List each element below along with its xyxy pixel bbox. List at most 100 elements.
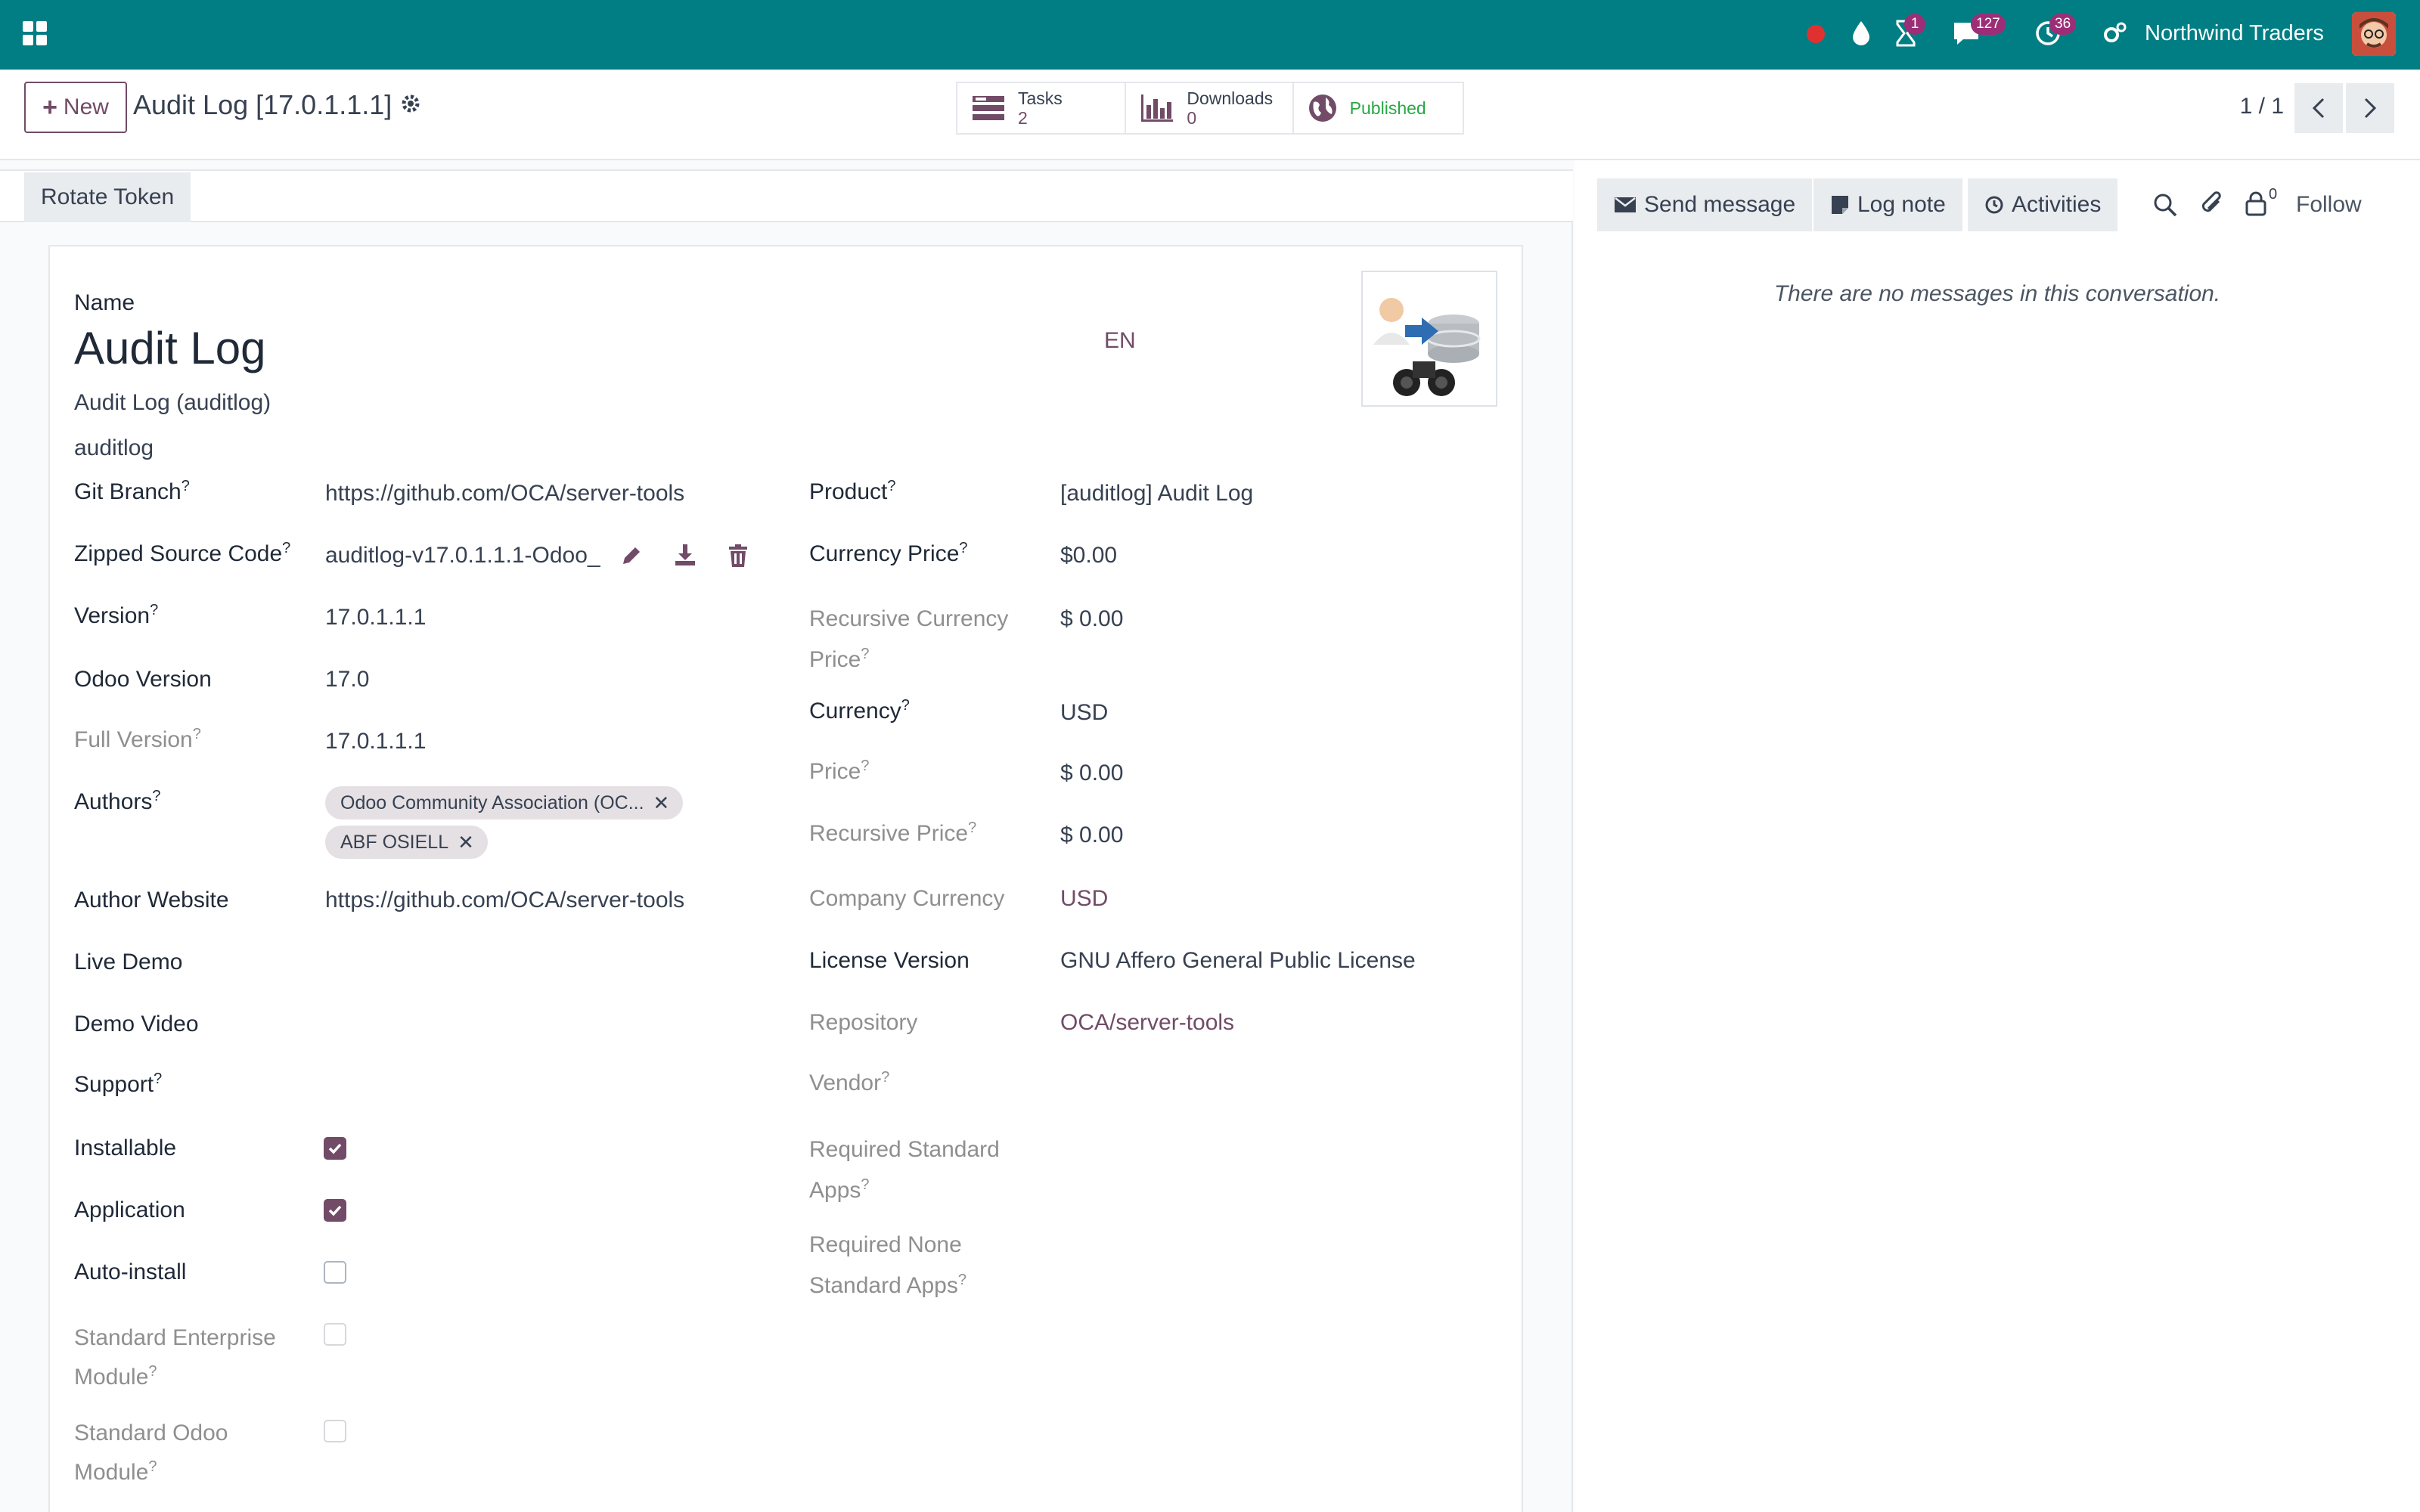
currency-price-label: Currency Price? <box>809 540 968 566</box>
trash-icon[interactable] <box>728 544 749 571</box>
full-version-label: Full Version? <box>74 726 201 752</box>
required-none-standard-apps-label: Required None Standard Apps? <box>809 1232 966 1298</box>
follow-button[interactable]: Follow <box>2296 192 2362 218</box>
send-message-button[interactable]: Send message <box>1597 178 1813 231</box>
download-icon[interactable] <box>673 543 697 571</box>
form-view: Rotate Token Name Audit Log EN Audit Log… <box>0 169 1573 1512</box>
slug-field[interactable]: auditlog <box>74 435 154 461</box>
published-smart-button[interactable]: Published <box>1294 83 1463 133</box>
required-none-standard-apps-field <box>1060 1228 1484 1261</box>
live-demo-field[interactable] <box>325 945 749 978</box>
currency-price-field[interactable]: $0.00 <box>1060 543 1117 569</box>
author-website-field[interactable]: https://github.com/OCA/server-tools <box>325 888 684 913</box>
product-field[interactable]: [auditlog] Audit Log <box>1060 481 1253 507</box>
log-note-label: Log note <box>1857 192 1946 217</box>
recursive-currency-price-label: Recursive Currency Price? <box>809 606 1009 672</box>
pencil-icon[interactable] <box>620 544 643 571</box>
language-toggle[interactable]: EN <box>1104 328 1136 354</box>
company-currency-link[interactable]: USD <box>1060 886 1108 912</box>
pager-previous-button[interactable] <box>2294 83 2343 133</box>
messages-badge: 127 <box>1971 14 2006 35</box>
installable-checkbox[interactable] <box>324 1137 346 1160</box>
name-field[interactable]: Audit Log <box>74 322 266 374</box>
version-field[interactable]: 17.0.1.1.1 <box>325 605 426 631</box>
zipped-source-label: Zipped Source Code? <box>74 540 291 566</box>
settings-icon[interactable] <box>2099 18 2130 48</box>
vendor-field <box>1060 1067 1484 1101</box>
application-checkbox[interactable] <box>324 1199 346 1222</box>
recursive-price-label: Recursive Price? <box>809 820 977 846</box>
installable-label: Installable <box>74 1136 177 1160</box>
clock-badge: 36 <box>2049 14 2077 35</box>
empty-conversation-message: There are no messages in this conversati… <box>1773 281 2221 306</box>
remove-tag-icon[interactable]: ✕ <box>653 792 670 815</box>
support-field[interactable] <box>325 1069 749 1102</box>
license-version-label: License Version <box>809 948 970 973</box>
version-label: Version? <box>74 602 159 628</box>
globe-icon <box>1308 94 1336 122</box>
technical-name-field[interactable]: Audit Log (auditlog) <box>74 390 271 416</box>
demo-video-field[interactable] <box>325 1007 749 1040</box>
author-tag[interactable]: ABF OSIELL ✕ <box>325 826 488 859</box>
activity-badge: 1 <box>1904 14 1925 35</box>
paperclip-icon[interactable] <box>2199 189 2225 222</box>
tasks-icon <box>973 96 1004 120</box>
auto-install-checkbox[interactable] <box>324 1261 346 1284</box>
avatar[interactable] <box>2352 12 2396 56</box>
activities-label: Activities <box>2012 192 2102 217</box>
remove-tag-icon[interactable]: ✕ <box>458 831 474 854</box>
drop-icon[interactable] <box>1848 18 1874 48</box>
odoo-version-label: Odoo Version <box>74 667 212 692</box>
note-icon <box>1832 196 1848 214</box>
published-label: Published <box>1349 98 1426 118</box>
price-field: $ 0.00 <box>1060 761 1124 785</box>
new-button[interactable]: + New <box>24 82 127 133</box>
downloads-count: 0 <box>1187 108 1197 128</box>
git-branch-label: Git Branch? <box>74 478 190 504</box>
standard-enterprise-label: Standard Enterprise Module? <box>74 1325 276 1390</box>
currency-field[interactable]: USD <box>1060 700 1108 726</box>
new-button-label: New <box>63 94 109 119</box>
license-version-field[interactable]: GNU Affero General Public License <box>1060 948 1416 974</box>
live-demo-label: Live Demo <box>74 950 183 974</box>
recursive-currency-price-field: $ 0.00 <box>1060 606 1124 631</box>
activities-button[interactable]: Activities <box>1968 178 2118 231</box>
git-branch-field[interactable]: https://github.com/OCA/server-tools <box>325 481 684 507</box>
tasks-smart-button[interactable]: Tasks 2 <box>957 83 1127 133</box>
form-sheet: Name Audit Log EN Audit Log (auditlog) a… <box>48 245 1523 1512</box>
repository-link[interactable]: OCA/server-tools <box>1060 1010 1234 1036</box>
gear-icon[interactable] <box>399 92 422 119</box>
author-tag-label: ABF OSIELL <box>340 831 449 853</box>
support-label: Support? <box>74 1070 163 1097</box>
company-switcher[interactable]: Northwind Traders <box>2145 17 2324 50</box>
pager-next-button[interactable] <box>2346 83 2394 133</box>
record-status-icon[interactable] <box>1804 23 1827 45</box>
demo-video-label: Demo Video <box>74 1012 199 1036</box>
smart-buttons: Tasks 2 Downloads 0 Published <box>956 82 1464 135</box>
bar-chart-icon <box>1141 94 1174 122</box>
downloads-smart-button[interactable]: Downloads 0 <box>1126 83 1294 133</box>
product-label: Product? <box>809 478 896 504</box>
apps-menu-icon[interactable] <box>20 18 50 48</box>
application-label: Application <box>74 1198 185 1222</box>
recursive-price-field: $ 0.00 <box>1060 823 1124 847</box>
log-note-button[interactable]: Log note <box>1813 178 1962 231</box>
odoo-version-field[interactable]: 17.0 <box>325 667 369 692</box>
followers-lock-icon[interactable] <box>2245 191 2267 220</box>
record-title: Audit Log [17.0.1.1.1] <box>133 89 392 120</box>
author-tag[interactable]: Odoo Community Association (OC... ✕ <box>325 786 684 820</box>
chevron-right-icon <box>2364 98 2377 119</box>
price-label: Price? <box>809 758 870 784</box>
tasks-count: 2 <box>1018 108 1028 128</box>
tasks-label: Tasks <box>1018 88 1063 108</box>
zipped-source-field[interactable]: auditlog-v17.0.1.1.1-Odoo_ <box>325 543 605 569</box>
author-website-label: Author Website <box>74 888 229 912</box>
full-version-field: 17.0.1.1.1 <box>325 729 427 754</box>
search-icon[interactable] <box>2152 192 2178 222</box>
form-statusbar: Rotate Token <box>0 169 1573 222</box>
rotate-token-button[interactable]: Rotate Token <box>24 172 191 222</box>
standard-odoo-label: Standard Odoo Module? <box>74 1421 228 1485</box>
repository-label: Repository <box>809 1010 918 1035</box>
module-image[interactable] <box>1361 271 1497 407</box>
pager-value[interactable]: 1 / 1 <box>2240 94 2284 119</box>
